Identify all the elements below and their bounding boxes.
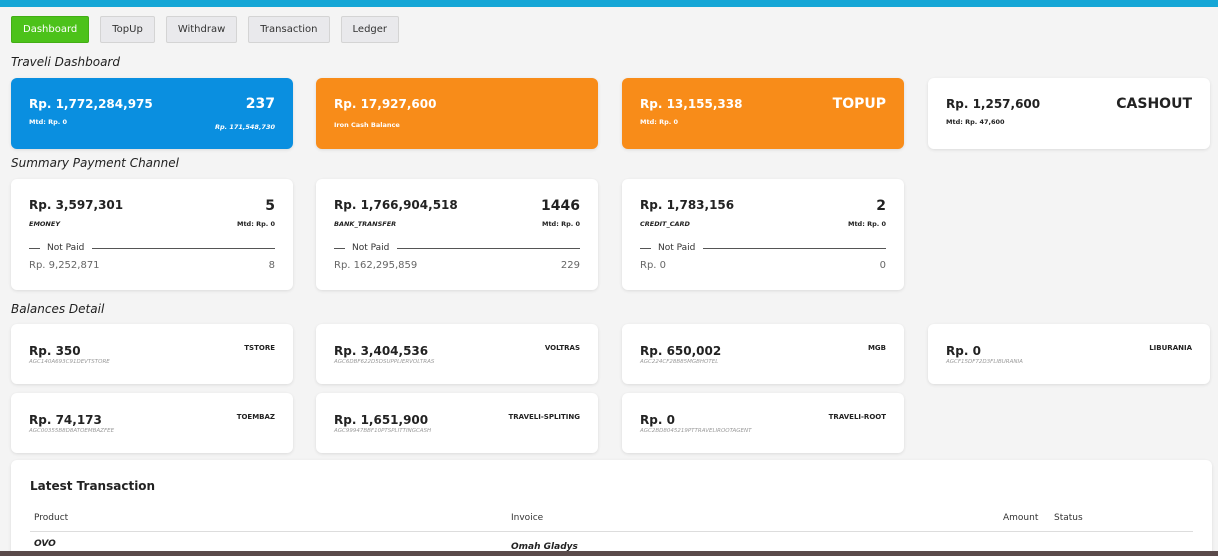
topup-title: TOPUP [832, 96, 886, 112]
balance-amount: Rp. 350 [29, 344, 81, 358]
balance-amount: Rp. 0 [946, 344, 981, 358]
not-paid-amount: Rp. 9,252,871 [29, 260, 100, 271]
balance-code: AGCF15DF72D3FLIBURANIA [946, 359, 1023, 365]
not-paid-count: 229 [560, 260, 580, 271]
not-paid-count: 8 [268, 260, 275, 271]
channel-name: EMONEY [29, 220, 61, 228]
balance-amount: Rp. 650,002 [640, 344, 722, 358]
column-product[interactable]: Product [34, 513, 68, 523]
channel-amount: Rp. 1,783,156 [640, 198, 735, 212]
nav-tabs: Dashboard TopUp Withdraw Transaction Led… [11, 16, 400, 43]
tab-transaction[interactable]: Transaction [248, 16, 330, 43]
balance-name: TRAVELI-SPLITING [508, 413, 581, 421]
channel-name: CREDIT_CARD [640, 220, 690, 228]
summary-card-cashout: Rp. 1,257,600 Mtd: Rp. 47,600 CASHOUT [928, 78, 1210, 149]
channel-count: 2 [876, 198, 886, 214]
not-paid-amount: Rp. 162,295,859 [334, 260, 418, 271]
cashout-amount: Rp. 1,257,600 [946, 97, 1041, 111]
payment-channel-card: Rp. 1,783,156 CREDIT_CARD 2 Mtd: Rp. 0 N… [622, 179, 904, 290]
not-paid-label: Not Paid [352, 243, 390, 253]
payment-channel-card: Rp. 1,766,904,518 BANK_TRANSFER 1446 Mtd… [316, 179, 598, 290]
main-mtd: Mtd: Rp. 0 [29, 118, 68, 126]
main-sub-amount: Rp. 171,548,730 [214, 123, 275, 131]
balance-name: MGB [867, 344, 886, 352]
channel-count: 5 [265, 198, 275, 214]
main-count: 237 [245, 96, 275, 112]
balance-card: Rp. 0 AGCF15DF72D3FLIBURANIA LIBURANIA [928, 324, 1210, 384]
channel-name: BANK_TRANSFER [334, 220, 397, 228]
column-status[interactable]: Status [1054, 513, 1083, 523]
balance-name: VOLTRAS [544, 344, 580, 352]
balance-card: Rp. 74,173 AGC00355B8D8ATOEMBAZFEE TOEMB… [11, 393, 293, 453]
balance-code: AGC140A693C91DEVTSTORE [29, 359, 110, 365]
channel-mtd: Mtd: Rp. 0 [236, 220, 275, 228]
tab-withdraw[interactable]: Withdraw [165, 16, 238, 43]
topup-amount: Rp. 13,155,338 [640, 97, 743, 111]
payment-channel-card: Rp. 3,597,301 EMONEY 5 Mtd: Rp. 0 Not Pa… [11, 179, 293, 290]
cashout-mtd: Mtd: Rp. 47,600 [946, 118, 1005, 126]
channel-mtd: Mtd: Rp. 0 [847, 220, 886, 228]
balance-amount: Rp. 3,404,536 [334, 344, 429, 358]
dashboard-heading: Traveli Dashboard [11, 55, 120, 69]
not-paid-amount: Rp. 0 [640, 260, 667, 271]
channel-amount: Rp. 1,766,904,518 [334, 198, 458, 212]
not-paid-label: Not Paid [47, 243, 85, 253]
topup-mtd: Mtd: Rp. 0 [640, 118, 679, 126]
column-amount[interactable]: Amount [1003, 513, 1038, 523]
not-paid-divider: Not Paid [29, 242, 275, 254]
balance-code: AGC2BD8045219PTTRAVELIROOTAGENT [640, 428, 752, 434]
table-header-divider [30, 531, 1193, 532]
balance-code: AGC99947BBF10PTSPLITTINGCASH [334, 428, 432, 434]
balance-card: Rp. 350 AGC140A693C91DEVTSTORE TSTORE [11, 324, 293, 384]
balances-heading: Balances Detail [11, 302, 105, 316]
column-invoice[interactable]: Invoice [511, 513, 543, 523]
balance-code: AGC6DBF622D5DSUPPLIERVOLTRAS [334, 359, 435, 365]
channel-amount: Rp. 3,597,301 [29, 198, 124, 212]
cashout-title: CASHOUT [1116, 96, 1192, 112]
tab-dashboard[interactable]: Dashboard [11, 16, 90, 43]
not-paid-divider: Not Paid [640, 242, 886, 254]
balance-card: Rp. 3,404,536 AGC6DBF622D5DSUPPLIERVOLTR… [316, 324, 598, 384]
balance-name: TRAVELI-ROOT [828, 413, 886, 421]
top-accent-bar [0, 0, 1218, 7]
taskbar-strip [0, 551, 1218, 556]
tab-ledger[interactable]: Ledger [340, 16, 400, 43]
iron-label: Iron Cash Balance [334, 121, 400, 129]
not-paid-label: Not Paid [658, 243, 696, 253]
summary-card-topup: Rp. 13,155,338 Mtd: Rp. 0 TOPUP [622, 78, 904, 149]
summary-card-main: Rp. 1,772,284,975 Mtd: Rp. 0 237 Rp. 171… [11, 78, 293, 149]
payment-heading: Summary Payment Channel [11, 156, 179, 170]
latest-transaction-title: Latest Transaction [30, 479, 156, 493]
balance-code: AGC224CF28B85MGBHOTEL [640, 359, 719, 365]
summary-card-iron-cash: Rp. 17,927,600 Iron Cash Balance [316, 78, 598, 149]
not-paid-divider: Not Paid [334, 242, 580, 254]
balance-code: AGC00355B8D8ATOEMBAZFEE [29, 428, 115, 434]
latest-transaction-panel: Latest Transaction Product Invoice Amoun… [11, 460, 1212, 556]
balance-amount: Rp. 1,651,900 [334, 413, 429, 427]
row-product: OVO [34, 539, 56, 549]
balance-name: TSTORE [244, 344, 275, 352]
balance-amount: Rp. 0 [640, 413, 675, 427]
balance-card: Rp. 0 AGC2BD8045219PTTRAVELIROOTAGENT TR… [622, 393, 904, 453]
not-paid-count: 0 [879, 260, 886, 271]
balance-name: LIBURANIA [1149, 344, 1192, 352]
balance-name: TOEMBAZ [236, 413, 275, 421]
main-amount: Rp. 1,772,284,975 [29, 97, 153, 111]
channel-mtd: Mtd: Rp. 0 [541, 220, 580, 228]
balance-amount: Rp. 74,173 [29, 413, 102, 427]
channel-count: 1446 [541, 198, 580, 214]
tab-topup[interactable]: TopUp [100, 16, 155, 43]
balance-card: Rp. 1,651,900 AGC99947BBF10PTSPLITTINGCA… [316, 393, 598, 453]
balance-card: Rp. 650,002 AGC224CF28B85MGBHOTEL MGB [622, 324, 904, 384]
iron-amount: Rp. 17,927,600 [334, 97, 437, 111]
